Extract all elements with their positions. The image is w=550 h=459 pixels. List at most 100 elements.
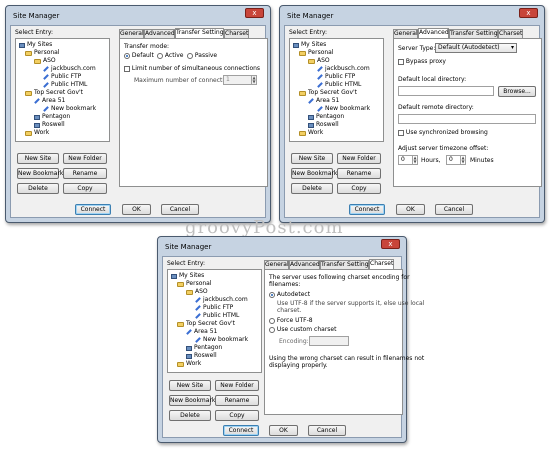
tab-charset[interactable]: Charset <box>224 29 249 38</box>
radio-button-selected[interactable] <box>124 52 130 59</box>
tree-item-bookmark[interactable]: Public HTML <box>317 81 361 89</box>
tree-item-bookmark[interactable]: Public FTP <box>195 304 233 312</box>
mode-default-option[interactable]: Default <box>124 52 154 60</box>
autodetect-option[interactable]: Autodetect <box>269 291 310 299</box>
tree-item-area-51[interactable]: Area 51 <box>186 328 217 336</box>
tree-item-work[interactable]: Work <box>177 360 201 368</box>
new-site-button[interactable]: New Site <box>291 153 333 164</box>
copy-button[interactable]: Copy <box>63 183 107 194</box>
tree-item-area-51[interactable]: Area 51 <box>308 97 339 105</box>
cancel-button[interactable]: Cancel <box>435 204 473 215</box>
connect-button[interactable]: Connect <box>75 204 111 215</box>
site-tree[interactable]: My Sites Personal ASO jackbusch.com Publ… <box>15 38 110 142</box>
close-button[interactable]: x <box>381 239 400 249</box>
sync-browsing-checkbox[interactable] <box>398 129 404 136</box>
new-site-button[interactable]: New Site <box>169 380 211 391</box>
tree-item-aso[interactable]: ASO <box>186 288 208 296</box>
mode-passive-option[interactable]: Passive <box>187 52 217 60</box>
limit-connections-checkbox[interactable] <box>124 65 130 72</box>
tree-item-bookmark[interactable]: Public HTML <box>43 81 87 89</box>
tree-item-site[interactable]: jackbusch.com <box>317 65 370 73</box>
copy-button[interactable]: Copy <box>215 410 259 421</box>
tree-item-my-sites[interactable]: My Sites <box>19 41 52 49</box>
rename-button[interactable]: Rename <box>215 395 259 406</box>
tree-item-top-secret[interactable]: Top Secret Gov't <box>177 320 235 328</box>
tree-item-bookmark[interactable]: New bookmark <box>195 336 248 344</box>
custom-charset-option[interactable]: Use custom charset <box>269 326 336 334</box>
ok-button[interactable]: OK <box>122 204 151 215</box>
minutes-stepper[interactable]: 0 ▲ ▼ <box>446 155 466 165</box>
tab-general[interactable]: General <box>119 29 144 38</box>
tree-item-personal[interactable]: Personal <box>177 280 212 288</box>
tree-item-my-sites[interactable]: My Sites <box>171 272 204 280</box>
tab-transfer-settings[interactable]: Transfer Settings <box>449 29 501 38</box>
tree-item-work[interactable]: Work <box>299 129 323 137</box>
new-folder-button[interactable]: New Folder <box>63 153 107 164</box>
tree-item-area-51[interactable]: Area 51 <box>34 97 65 105</box>
tab-charset[interactable]: Charset <box>369 259 394 269</box>
copy-button[interactable]: Copy <box>337 183 381 194</box>
tree-item-site[interactable]: jackbusch.com <box>195 296 248 304</box>
browse-button[interactable]: Browse... <box>498 86 536 97</box>
limit-connections-option[interactable]: Limit number of simultaneous connections <box>124 65 260 73</box>
ok-button[interactable]: OK <box>269 425 298 436</box>
sync-browsing-option[interactable]: Use synchronized browsing <box>398 129 488 137</box>
mode-active-option[interactable]: Active <box>157 52 183 60</box>
tree-item-personal[interactable]: Personal <box>25 49 60 57</box>
tab-general[interactable]: General <box>393 29 418 38</box>
bypass-proxy-checkbox[interactable] <box>398 58 404 65</box>
bypass-proxy-option[interactable]: Bypass proxy <box>398 58 446 66</box>
tree-item-work[interactable]: Work <box>25 129 49 137</box>
tree-item-aso[interactable]: ASO <box>34 57 56 65</box>
local-dir-input[interactable] <box>398 86 494 96</box>
radio-button[interactable] <box>187 52 193 59</box>
tree-item-site[interactable]: jackbusch.com <box>43 65 96 73</box>
rename-button[interactable]: Rename <box>337 168 381 179</box>
connect-button[interactable]: Connect <box>349 204 385 215</box>
tree-item-bookmark[interactable]: Public FTP <box>317 73 355 81</box>
tab-charset[interactable]: Charset <box>498 29 523 38</box>
cancel-button[interactable]: Cancel <box>308 425 346 436</box>
new-bookmark-button[interactable]: New Bookmark <box>17 168 63 179</box>
tree-item-pentagon[interactable]: Pentagon <box>34 113 70 121</box>
ok-button[interactable]: OK <box>396 204 425 215</box>
new-bookmark-button[interactable]: New Bookmark <box>291 168 337 179</box>
spinner-arrows-icon[interactable]: ▲ ▼ <box>460 156 465 164</box>
tree-item-roswell[interactable]: Roswell <box>34 121 65 129</box>
tree-item-personal[interactable]: Personal <box>299 49 334 57</box>
site-tree[interactable]: My Sites Personal ASO jackbusch.com Publ… <box>167 269 262 373</box>
title-bar[interactable]: Site Manager x <box>6 6 270 25</box>
server-type-select[interactable]: Default (Autodetect) ▾ <box>435 43 517 53</box>
delete-button[interactable]: Delete <box>17 183 59 194</box>
tree-item-aso[interactable]: ASO <box>308 57 330 65</box>
tree-item-pentagon[interactable]: Pentagon <box>308 113 344 121</box>
rename-button[interactable]: Rename <box>63 168 107 179</box>
tab-general[interactable]: General <box>264 260 289 269</box>
force-utf8-option[interactable]: Force UTF-8 <box>269 317 313 325</box>
tree-item-bookmark[interactable]: Public FTP <box>43 73 81 81</box>
tab-advanced[interactable]: Advanced <box>289 260 320 269</box>
connect-button[interactable]: Connect <box>223 425 259 436</box>
site-tree[interactable]: My Sites Personal ASO jackbusch.com Publ… <box>289 38 384 142</box>
tree-item-bookmark[interactable]: New bookmark <box>317 105 370 113</box>
tab-transfer-settings[interactable]: Transfer Settings <box>175 28 227 38</box>
tree-item-top-secret[interactable]: Top Secret Gov't <box>299 89 357 97</box>
cancel-button[interactable]: Cancel <box>161 204 199 215</box>
tab-advanced[interactable]: Advanced <box>144 29 175 38</box>
tree-item-bookmark[interactable]: New bookmark <box>43 105 96 113</box>
tree-item-pentagon[interactable]: Pentagon <box>186 344 222 352</box>
remote-dir-input[interactable] <box>398 114 536 124</box>
tab-advanced[interactable]: Advanced <box>418 28 449 38</box>
tree-item-roswell[interactable]: Roswell <box>186 352 217 360</box>
hours-stepper[interactable]: 0 ▲ ▼ <box>398 155 418 165</box>
new-folder-button[interactable]: New Folder <box>337 153 381 164</box>
tab-transfer-settings[interactable]: Transfer Settings <box>320 260 372 269</box>
encoding-input[interactable] <box>309 336 349 346</box>
max-connections-stepper[interactable]: 1 ▲ ▼ <box>223 75 257 85</box>
tree-item-bookmark[interactable]: Public HTML <box>195 312 239 320</box>
delete-button[interactable]: Delete <box>169 410 211 421</box>
spinner-arrows-icon[interactable]: ▲ ▼ <box>251 76 256 84</box>
new-folder-button[interactable]: New Folder <box>215 380 259 391</box>
title-bar[interactable]: Site Manager x <box>280 6 544 25</box>
close-button[interactable]: x <box>245 8 264 18</box>
